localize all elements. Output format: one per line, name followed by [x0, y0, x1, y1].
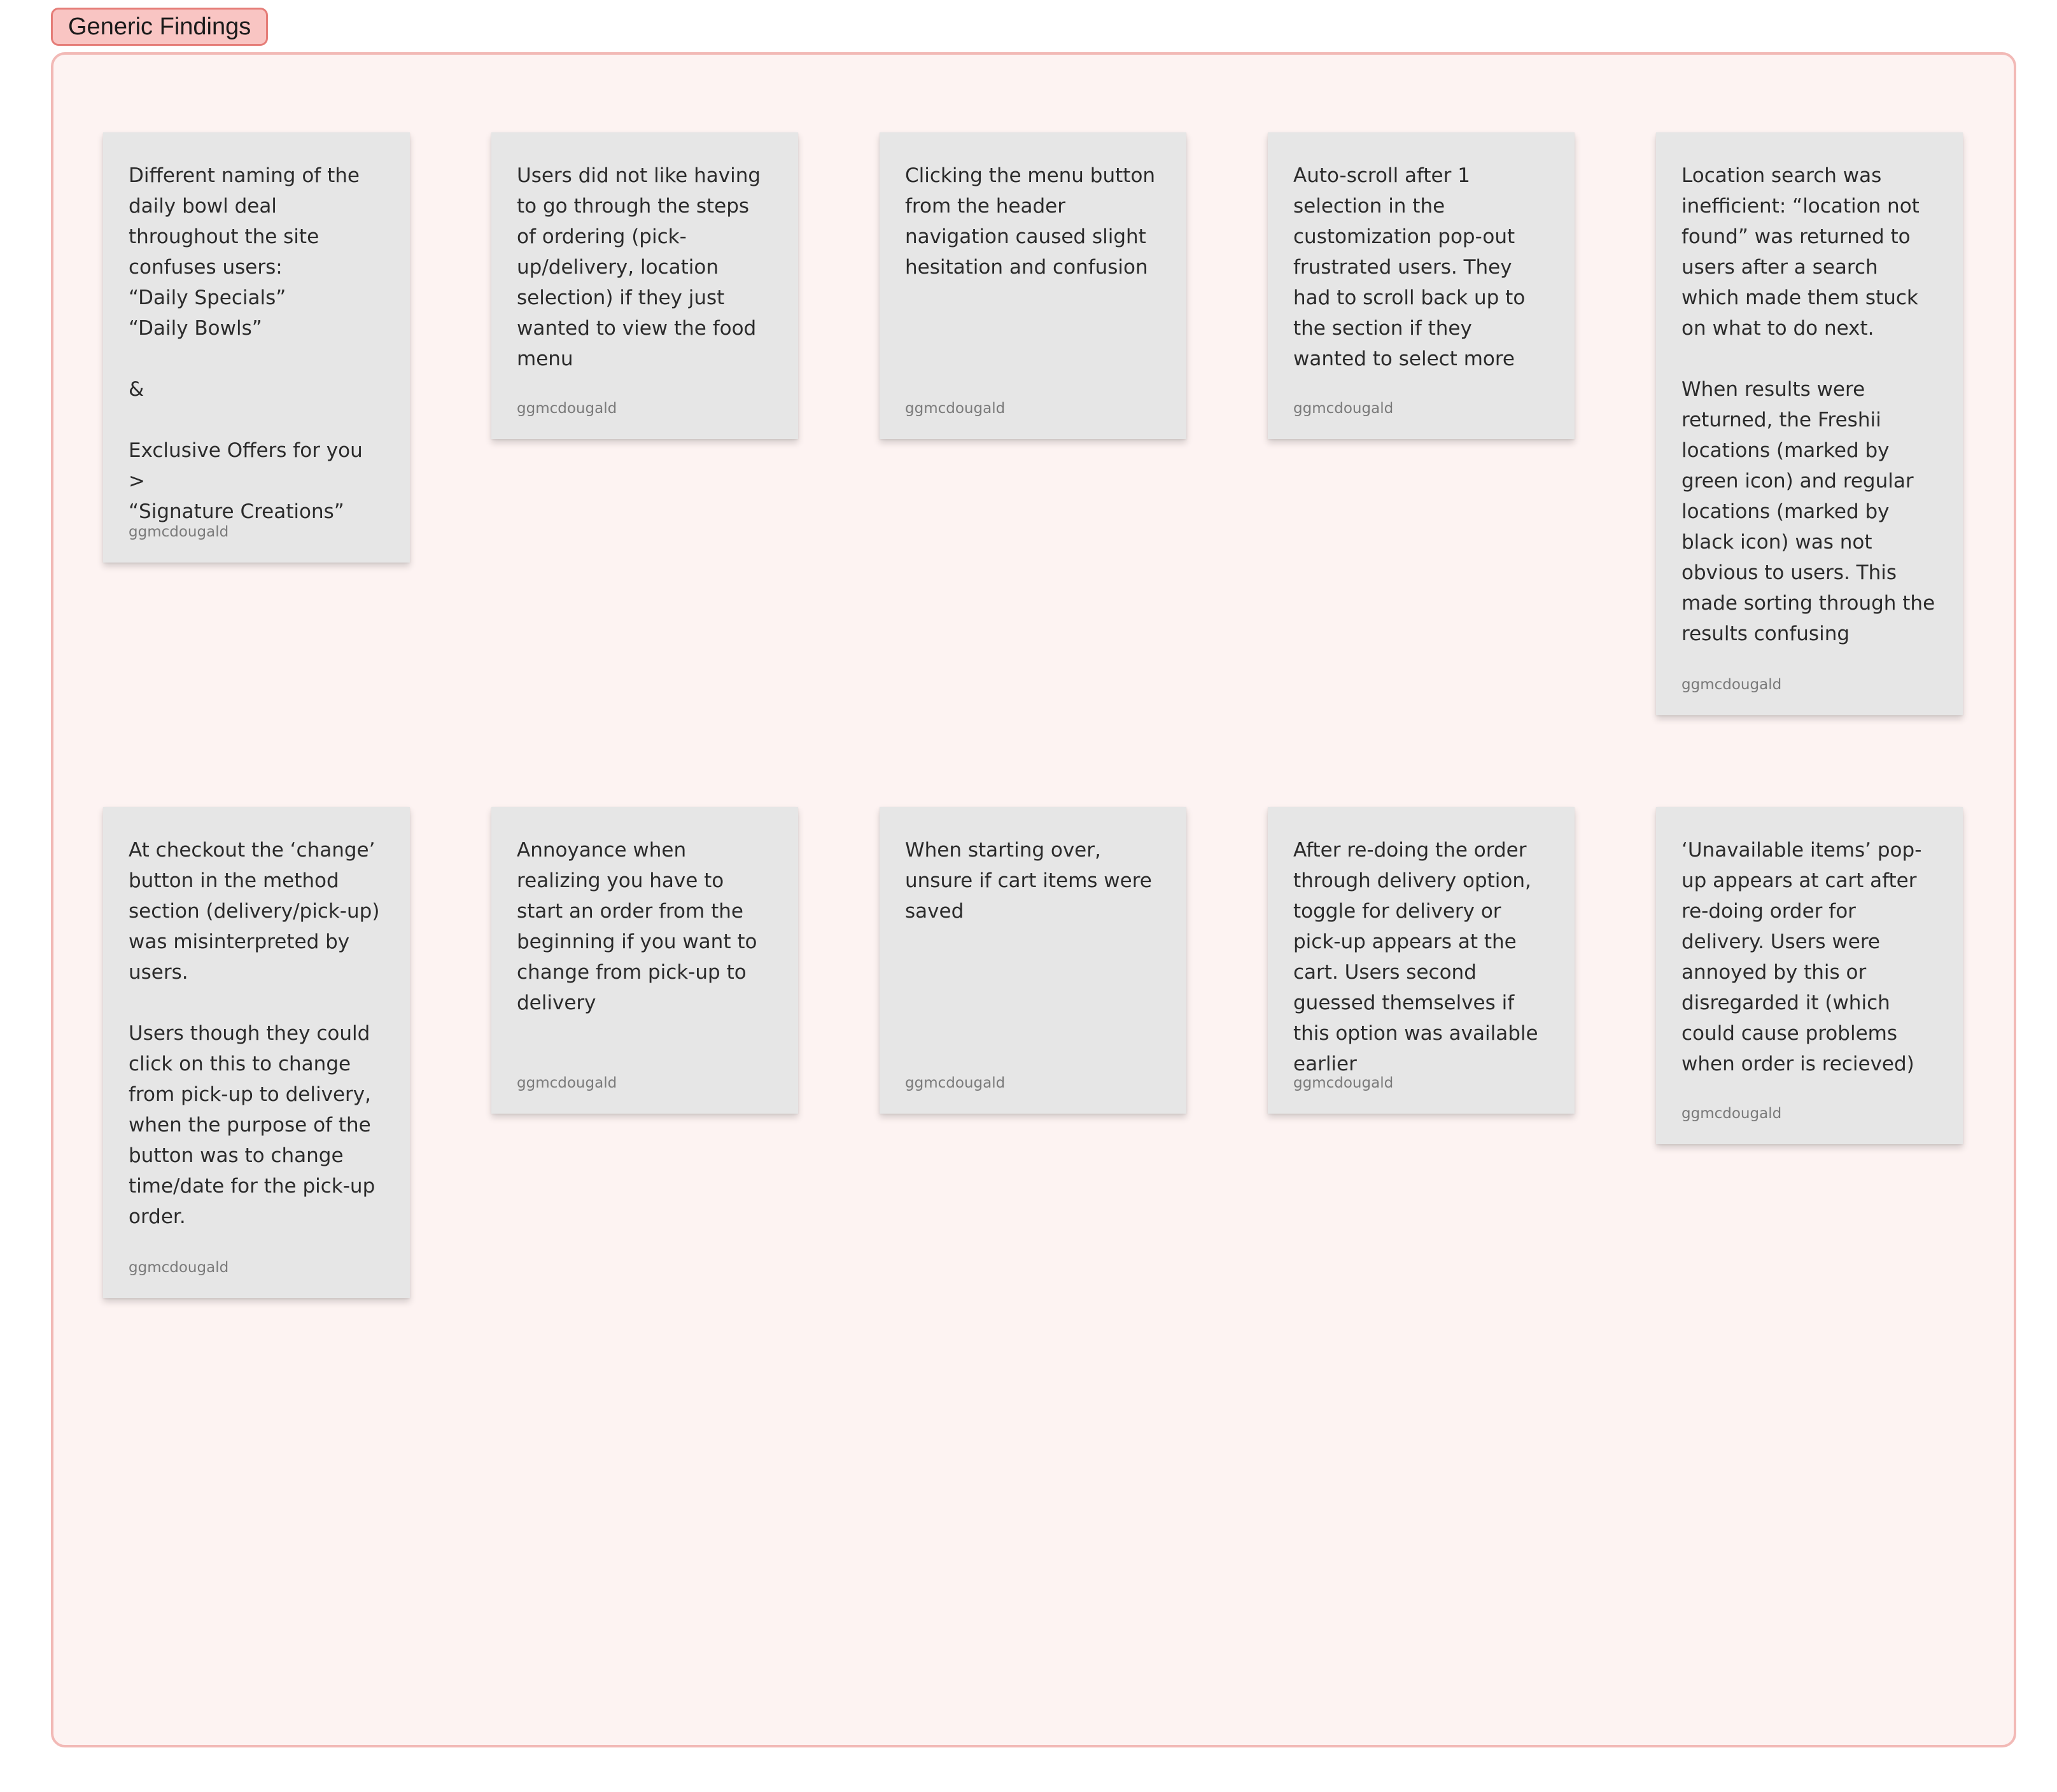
section-title-label[interactable]: Generic Findings — [51, 8, 269, 46]
sticky-note-text: Auto-scroll after 1 selection in the cus… — [1293, 164, 1526, 370]
sticky-note[interactable]: Clicking the menu button from the header… — [880, 132, 1186, 439]
sticky-note[interactable]: After re-doing the order through deliver… — [1268, 807, 1575, 1114]
sticky-note-text: Different naming of the daily bowl deal … — [129, 164, 363, 523]
sticky-note-text: Location search was inefficient: “locati… — [1681, 164, 1935, 645]
sticky-note-author: ggmcdougald — [129, 524, 229, 540]
sticky-note-author: ggmcdougald — [129, 1259, 229, 1276]
sticky-note-author: ggmcdougald — [905, 400, 1006, 417]
sticky-note-text: Clicking the menu button from the header… — [905, 164, 1156, 279]
sticky-note-author: ggmcdougald — [517, 1075, 617, 1091]
sticky-note-author: ggmcdougald — [1293, 1075, 1394, 1091]
sticky-note[interactable]: At checkout the ‘change’ button in the m… — [103, 807, 410, 1298]
sticky-note-author: ggmcdougald — [905, 1075, 1006, 1091]
sticky-note-text: When starting over, unsure if cart items… — [905, 839, 1152, 923]
sticky-note-author: ggmcdougald — [1681, 676, 1782, 693]
sticky-note[interactable]: Auto-scroll after 1 selection in the cus… — [1268, 132, 1575, 439]
sticky-note[interactable]: Annoyance when realizing you have to sta… — [491, 807, 798, 1114]
sticky-note-text: After re-doing the order through deliver… — [1293, 839, 1538, 1075]
sticky-note-text: At checkout the ‘change’ button in the m… — [129, 839, 380, 1228]
sticky-note-text: Users did not like having to go through … — [517, 164, 761, 370]
sticky-note[interactable]: ‘Unavailable items’ pop-up appears at ca… — [1656, 807, 1963, 1144]
sticky-note[interactable]: Different naming of the daily bowl deal … — [103, 132, 410, 563]
sticky-note-author: ggmcdougald — [517, 400, 617, 417]
sticky-note[interactable]: When starting over, unsure if cart items… — [880, 807, 1186, 1114]
sticky-note[interactable]: Location search was inefficient: “locati… — [1656, 132, 1963, 715]
sticky-note-text: Annoyance when realizing you have to sta… — [517, 839, 757, 1014]
sticky-note[interactable]: Users did not like having to go through … — [491, 132, 798, 439]
sticky-note-author: ggmcdougald — [1681, 1105, 1782, 1122]
sticky-note-author: ggmcdougald — [1293, 400, 1394, 417]
sticky-note-text: ‘Unavailable items’ pop-up appears at ca… — [1681, 839, 1922, 1075]
